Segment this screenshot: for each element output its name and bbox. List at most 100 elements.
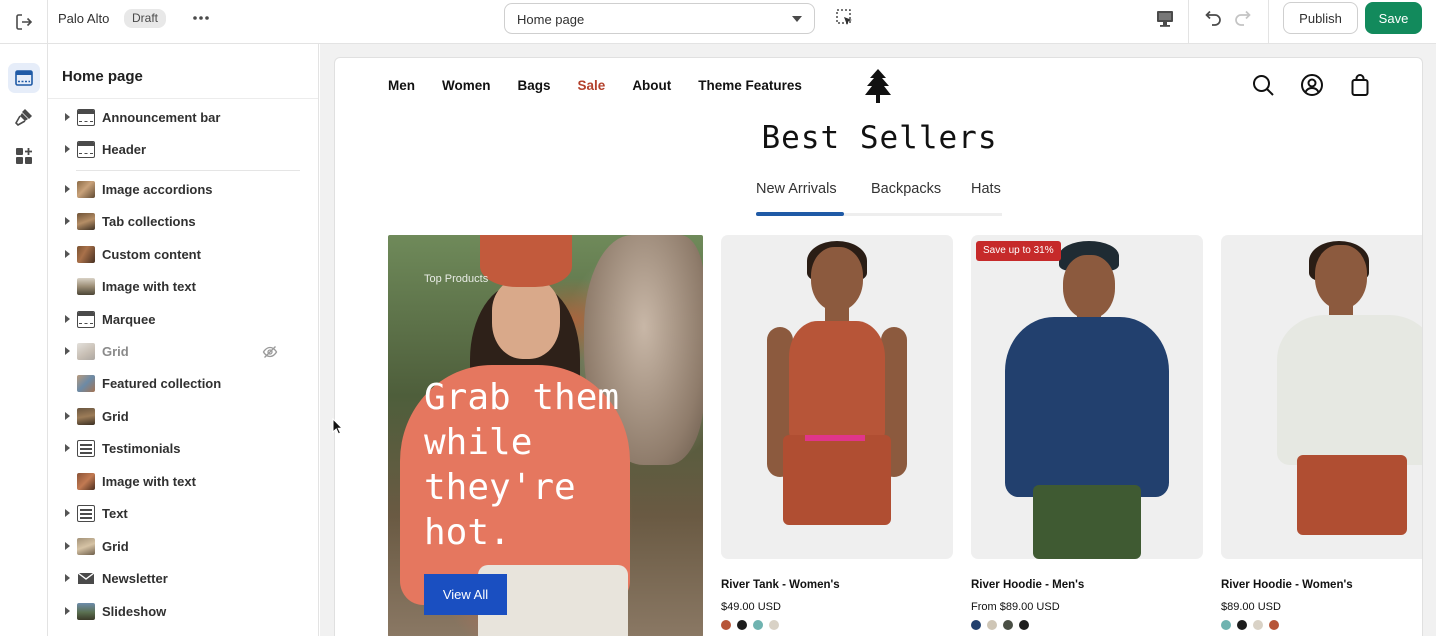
color-swatch[interactable] xyxy=(721,620,731,630)
section-item-grid-hidden[interactable]: Grid xyxy=(62,339,305,365)
store-preview[interactable]: Men Women Bags Sale About Theme Features… xyxy=(334,57,1423,636)
color-swatch[interactable] xyxy=(1019,620,1029,630)
inspector-button[interactable] xyxy=(834,7,856,29)
account-button[interactable] xyxy=(1300,73,1324,97)
image-thumbnail xyxy=(77,408,95,425)
product-image[interactable] xyxy=(1221,235,1422,559)
color-swatch[interactable] xyxy=(737,620,747,630)
undo-button[interactable] xyxy=(1200,7,1224,29)
section-item-label: Tab collections xyxy=(102,214,196,229)
image-thumbnail xyxy=(77,473,95,490)
product-card[interactable]: River Hoodie - Women's $89.00 USD xyxy=(1221,235,1422,630)
promo-image-hat xyxy=(480,235,572,287)
nav-link-bags[interactable]: Bags xyxy=(518,78,551,93)
color-swatch[interactable] xyxy=(1269,620,1279,630)
product-price: From $89.00 USD xyxy=(971,601,1060,613)
product-name[interactable]: River Hoodie - Women's xyxy=(1221,579,1422,591)
publish-button[interactable]: Publish xyxy=(1283,2,1358,34)
section-item-announcement-bar[interactable]: Announcement bar xyxy=(62,105,305,131)
chevron-right-icon[interactable] xyxy=(65,250,70,258)
undo-icon xyxy=(1205,10,1221,26)
promo-eyebrow: Top Products xyxy=(424,273,489,285)
section-item-header[interactable]: Header xyxy=(62,137,305,163)
section-item-label: Text xyxy=(102,506,128,521)
nav-link-theme-features[interactable]: Theme Features xyxy=(698,78,802,93)
editor-topbar: Palo Alto Draft Home page Publish Save xyxy=(0,0,1436,44)
chevron-right-icon[interactable] xyxy=(65,574,70,582)
tab-new-arrivals[interactable]: New Arrivals xyxy=(756,181,837,197)
image-thumbnail xyxy=(77,181,95,198)
nav-link-women[interactable]: Women xyxy=(442,78,491,93)
color-swatch[interactable] xyxy=(1221,620,1231,630)
chevron-right-icon[interactable] xyxy=(65,217,70,225)
save-button[interactable]: Save xyxy=(1365,2,1422,34)
section-heading: Best Sellers xyxy=(761,120,998,156)
promo-image-face xyxy=(492,279,560,359)
chevron-right-icon[interactable] xyxy=(65,509,70,517)
more-actions-button[interactable] xyxy=(190,10,212,26)
product-card[interactable]: River Tank - Women's $49.00 USD xyxy=(721,235,953,630)
color-swatch[interactable] xyxy=(1237,620,1247,630)
chevron-right-icon[interactable] xyxy=(65,347,70,355)
color-swatch[interactable] xyxy=(1253,620,1263,630)
section-item-text[interactable]: Text xyxy=(62,501,305,527)
chevron-right-icon[interactable] xyxy=(65,542,70,550)
section-item-grid[interactable]: Grid xyxy=(62,404,305,430)
section-item-image-accordions[interactable]: Image accordions xyxy=(62,177,305,203)
desktop-preview-button[interactable] xyxy=(1153,7,1177,29)
image-thumbnail xyxy=(77,538,95,555)
cart-button[interactable] xyxy=(1348,73,1372,97)
exit-editor-button[interactable] xyxy=(0,0,48,44)
rail-theme-settings-button[interactable] xyxy=(8,102,40,132)
product-name[interactable]: River Tank - Women's xyxy=(721,579,953,591)
section-item-label: Featured collection xyxy=(102,376,222,391)
product-image[interactable] xyxy=(721,235,953,559)
section-item-image-with-text[interactable]: Image with text xyxy=(62,274,305,300)
color-swatches xyxy=(721,620,953,630)
redo-button[interactable] xyxy=(1232,7,1256,29)
product-price: $49.00 USD xyxy=(721,601,781,613)
color-swatch[interactable] xyxy=(1003,620,1013,630)
color-swatch[interactable] xyxy=(753,620,763,630)
section-item-custom-content[interactable]: Custom content xyxy=(62,242,305,268)
section-item-marquee[interactable]: Marquee xyxy=(62,307,305,333)
section-item-newsletter[interactable]: Newsletter xyxy=(62,566,305,592)
chevron-right-icon[interactable] xyxy=(65,145,70,153)
product-card[interactable]: Save up to 31% River Hoodie - Men's From… xyxy=(971,235,1203,630)
product-model xyxy=(721,235,953,559)
store-logo[interactable] xyxy=(863,68,893,104)
chevron-right-icon[interactable] xyxy=(65,113,70,121)
chevron-right-icon[interactable] xyxy=(65,444,70,452)
view-all-button[interactable]: View All xyxy=(424,574,507,615)
nav-link-about[interactable]: About xyxy=(632,78,671,93)
search-button[interactable] xyxy=(1251,73,1275,97)
product-name[interactable]: River Hoodie - Men's xyxy=(971,579,1203,591)
section-item-grid[interactable]: Grid xyxy=(62,534,305,560)
section-item-testimonials[interactable]: Testimonials xyxy=(62,436,305,462)
rail-apps-button[interactable] xyxy=(8,141,40,171)
mouse-cursor-icon xyxy=(332,417,344,436)
page-selector[interactable]: Home page xyxy=(504,3,815,34)
rail-sections-button[interactable] xyxy=(8,63,40,93)
chevron-right-icon[interactable] xyxy=(65,185,70,193)
eye-slash-icon[interactable] xyxy=(262,344,278,360)
section-item-image-with-text[interactable]: Image with text xyxy=(62,469,305,495)
chevron-right-icon[interactable] xyxy=(65,315,70,323)
color-swatch[interactable] xyxy=(769,620,779,630)
chevron-down-icon xyxy=(792,16,802,22)
nav-link-men[interactable]: Men xyxy=(388,78,415,93)
product-image[interactable]: Save up to 31% xyxy=(971,235,1203,559)
color-swatch[interactable] xyxy=(971,620,981,630)
tab-backpacks[interactable]: Backpacks xyxy=(871,181,941,197)
section-item-featured-collection[interactable]: Featured collection xyxy=(62,371,305,397)
product-price: $89.00 USD xyxy=(1221,601,1281,613)
color-swatches xyxy=(1221,620,1422,630)
color-swatch[interactable] xyxy=(987,620,997,630)
chevron-right-icon[interactable] xyxy=(65,412,70,420)
section-item-tab-collections[interactable]: Tab collections xyxy=(62,209,305,235)
tab-hats[interactable]: Hats xyxy=(971,181,1001,197)
section-item-slideshow[interactable]: Slideshow xyxy=(62,599,305,625)
nav-link-sale[interactable]: Sale xyxy=(578,78,606,93)
chevron-right-icon[interactable] xyxy=(65,607,70,615)
shopping-bag-icon xyxy=(1351,74,1369,96)
